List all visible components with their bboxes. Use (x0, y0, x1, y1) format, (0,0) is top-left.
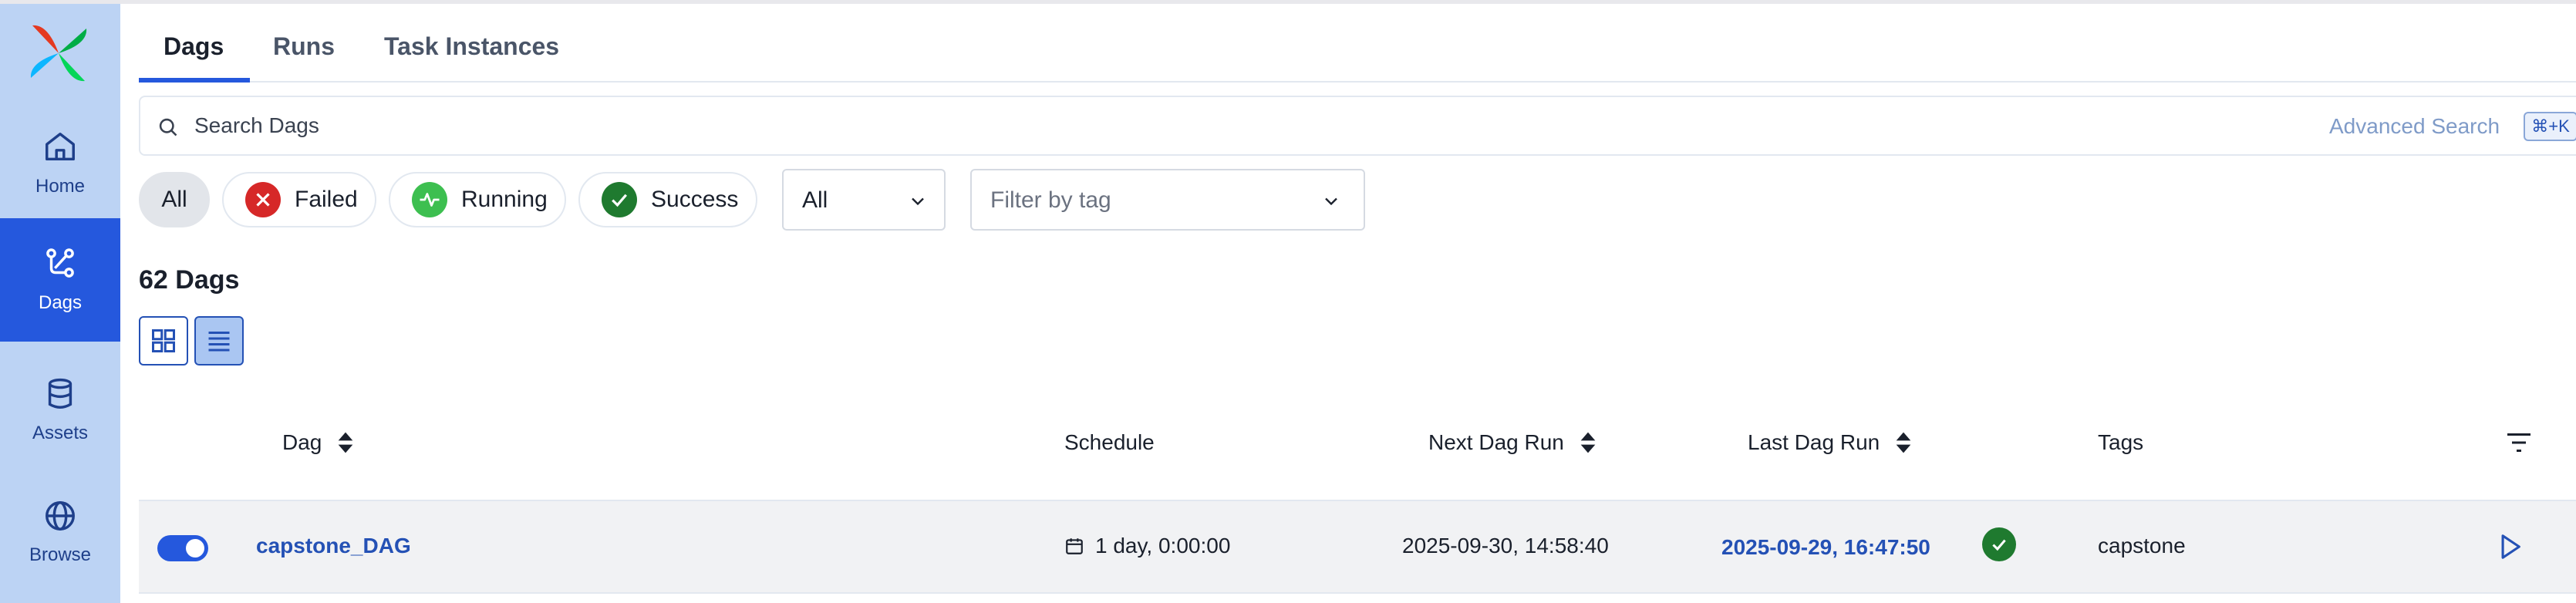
dag-count: 62 Dags (139, 265, 240, 295)
dags-icon (46, 248, 74, 278)
table-row (139, 500, 2576, 594)
schedule-value: 1 day, 0:00:00 (1095, 534, 1231, 558)
column-header-schedule: Schedule (1064, 430, 1155, 455)
filter-success-label: Success (651, 187, 739, 212)
sidebar-item-dags[interactable]: Dags (0, 218, 120, 342)
sidebar-label-home: Home (35, 176, 86, 197)
sidebar: Home Dags Assets Browse (0, 4, 120, 603)
active-tab-indicator (139, 78, 250, 83)
list-icon (208, 332, 230, 352)
database-icon (48, 378, 72, 409)
dag-type-select[interactable]: All (782, 169, 946, 231)
next-run-value: 2025-09-30, 14:58:40 (1402, 534, 1609, 558)
column-filter-icon[interactable] (2505, 432, 2533, 453)
column-header-tags: Tags (2098, 430, 2143, 455)
trigger-dag-play-icon[interactable] (2499, 534, 2522, 560)
sidebar-label-assets: Assets (32, 423, 89, 443)
sidebar-label-browse: Browse (29, 544, 92, 565)
filter-failed-label: Failed (295, 187, 358, 212)
column-label-next-run: Next Dag Run (1428, 430, 1564, 454)
column-header-next-run[interactable]: Next Dag Run (1428, 430, 1597, 455)
column-label-schedule: Schedule (1064, 430, 1155, 454)
sidebar-label-dags: Dags (38, 292, 83, 313)
airflow-logo[interactable] (28, 22, 89, 84)
tag-filter-placeholder: Filter by tag (990, 187, 1111, 213)
search-placeholder: Search Dags (194, 113, 319, 137)
card-view-button[interactable] (139, 316, 188, 366)
grid-icon (152, 329, 175, 352)
search-icon (159, 118, 177, 136)
dag-type-select-value: All (802, 187, 828, 213)
sidebar-item-browse[interactable]: Browse (0, 482, 120, 582)
dag-name-link[interactable]: capstone_DAG (256, 534, 411, 558)
success-icon (602, 182, 637, 217)
sort-icon (339, 432, 353, 453)
running-icon (412, 182, 447, 217)
tab-dags[interactable]: Dags (164, 32, 224, 61)
globe-icon (46, 501, 75, 531)
chevron-down-icon (1325, 197, 1337, 206)
filter-success-button[interactable]: Success (578, 172, 757, 227)
column-label-dag: Dag (282, 430, 322, 454)
sidebar-item-home[interactable]: Home (0, 113, 120, 214)
advanced-search-link[interactable]: Advanced Search (2329, 114, 2500, 139)
sort-icon (1896, 432, 1911, 453)
column-header-dag[interactable]: Dag (282, 430, 354, 455)
filter-running-button[interactable]: Running (389, 172, 566, 227)
filter-failed-button[interactable]: Failed (222, 172, 376, 227)
schedule-cell: 1 day, 0:00:00 (1064, 534, 1230, 558)
dag-pause-toggle[interactable] (157, 535, 208, 561)
column-header-last-run[interactable]: Last Dag Run (1748, 430, 1912, 455)
home-icon (46, 133, 75, 161)
tag-value[interactable]: capstone (2098, 534, 2186, 558)
filter-all-button[interactable]: All (139, 172, 210, 227)
tab-runs[interactable]: Runs (273, 32, 335, 61)
last-run-link[interactable]: 2025-09-29, 16:47:50 (1721, 535, 1930, 560)
success-state-icon (1982, 527, 2016, 561)
list-view-button[interactable] (194, 316, 244, 366)
sidebar-item-assets[interactable]: Assets (0, 360, 120, 460)
sort-icon (1580, 432, 1596, 453)
failed-icon (245, 182, 281, 217)
filter-all-label: All (161, 187, 187, 212)
tab-task-instances[interactable]: Task Instances (384, 32, 559, 61)
column-label-last-run: Last Dag Run (1748, 430, 1880, 454)
filter-running-label: Running (461, 187, 548, 212)
shortcut-badge: ⌘+K (2524, 112, 2576, 141)
column-label-tags: Tags (2098, 430, 2144, 454)
chevron-down-icon (912, 197, 924, 206)
calendar-icon (1066, 538, 1083, 554)
tag-filter-select[interactable]: Filter by tag (970, 169, 1365, 231)
search-input[interactable]: Search Dags (139, 96, 2576, 156)
